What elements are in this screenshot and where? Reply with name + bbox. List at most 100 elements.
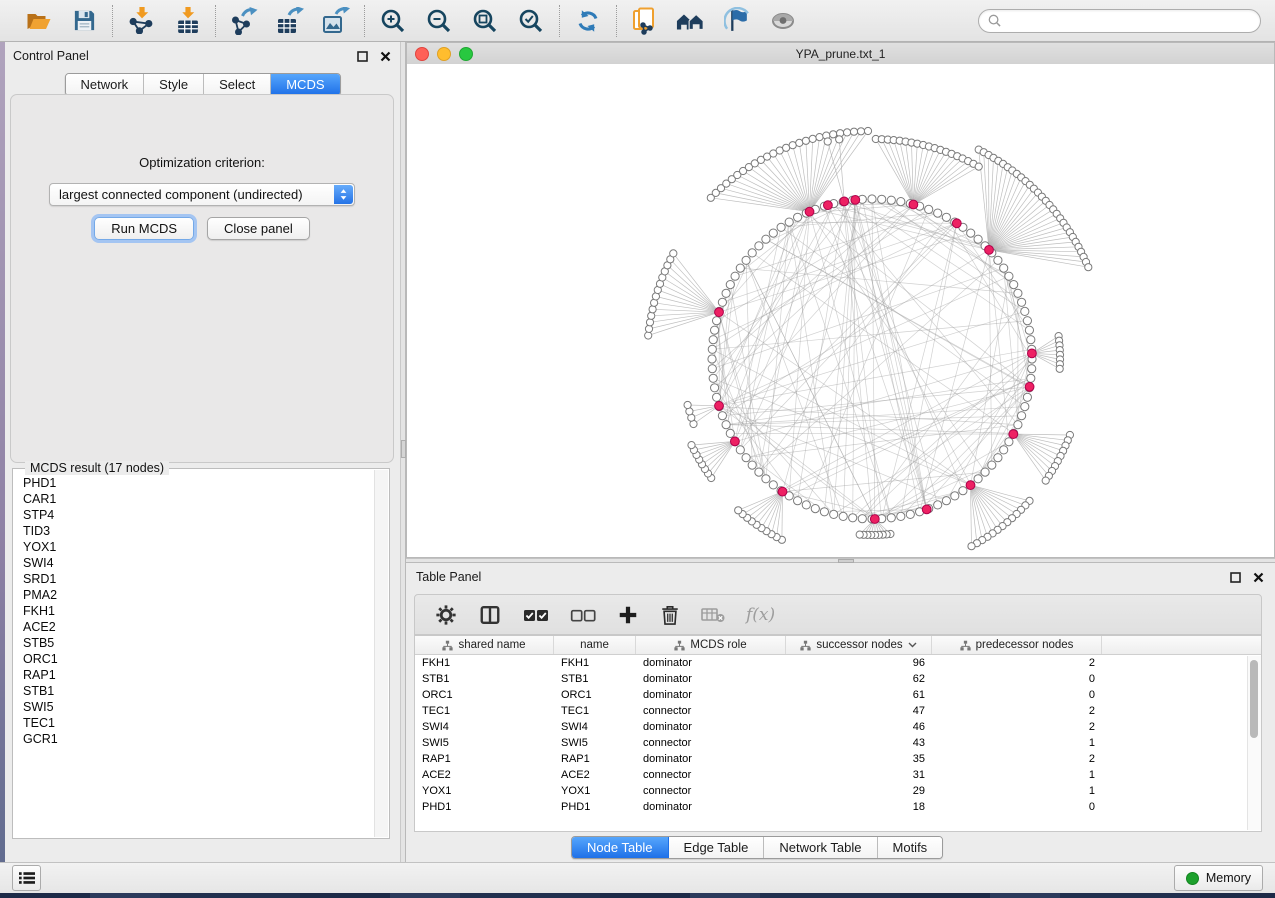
export-table-icon[interactable]: [275, 6, 305, 36]
network-node[interactable]: [755, 242, 763, 250]
network-node[interactable]: [713, 317, 721, 325]
table-cell[interactable]: 0: [932, 673, 1102, 685]
network-node[interactable]: [1028, 365, 1036, 373]
column-header-name[interactable]: name: [554, 636, 636, 654]
table-cell[interactable]: SWI4: [554, 721, 636, 733]
network-node[interactable]: [722, 289, 730, 297]
network-node[interactable]: [794, 497, 802, 505]
network-node[interactable]: [951, 492, 959, 500]
network-node[interactable]: [709, 336, 717, 344]
network-hub-node[interactable]: [778, 487, 787, 496]
table-cell[interactable]: STB1: [554, 673, 636, 685]
table-cell[interactable]: FKH1: [554, 657, 636, 669]
network-node[interactable]: [1018, 298, 1026, 306]
column-header-shared-name[interactable]: shared name: [415, 636, 554, 654]
network-node[interactable]: [748, 461, 756, 469]
table-row[interactable]: STB1STB1dominator620: [415, 671, 1261, 687]
table-row[interactable]: YOX1YOX1connector291: [415, 783, 1261, 799]
network-node[interactable]: [830, 510, 838, 518]
network-hub-node[interactable]: [1009, 430, 1018, 439]
mcds-result-item[interactable]: STB1: [14, 683, 375, 699]
network-leaf-node[interactable]: [802, 137, 809, 144]
table-cell[interactable]: dominator: [636, 657, 786, 669]
network-node[interactable]: [811, 505, 819, 513]
table-cell[interactable]: 47: [786, 705, 932, 717]
network-leaf-node[interactable]: [809, 135, 816, 142]
export-image-icon[interactable]: [321, 6, 351, 36]
run-mcds-button[interactable]: Run MCDS: [94, 217, 194, 240]
network-node[interactable]: [1023, 317, 1031, 325]
home-icon[interactable]: [676, 6, 706, 36]
network-hub-node[interactable]: [851, 196, 860, 205]
network-node[interactable]: [942, 497, 950, 505]
network-leaf-node[interactable]: [684, 401, 691, 408]
table-cell[interactable]: STB1: [415, 673, 554, 685]
mcds-result-item[interactable]: RAP1: [14, 667, 375, 683]
network-node[interactable]: [934, 501, 942, 509]
network-leaf-node[interactable]: [646, 319, 653, 326]
mcds-result-item[interactable]: GCR1: [14, 731, 375, 747]
network-graph[interactable]: [407, 64, 1274, 557]
network-node[interactable]: [887, 514, 895, 522]
network-node[interactable]: [769, 481, 777, 489]
network-node[interactable]: [868, 195, 876, 203]
table-scrollbar-thumb[interactable]: [1250, 660, 1258, 738]
network-hub-node[interactable]: [824, 201, 833, 210]
network-leaf-node[interactable]: [864, 127, 871, 134]
network-node[interactable]: [887, 196, 895, 204]
open-file-icon[interactable]: [23, 6, 53, 36]
network-hub-node[interactable]: [1028, 349, 1037, 358]
table-row[interactable]: ACE2ACE2connector311: [415, 767, 1261, 783]
table-cell[interactable]: 62: [786, 673, 932, 685]
network-node[interactable]: [942, 213, 950, 221]
show-columns-icon[interactable]: [478, 604, 502, 626]
toggle-details-eye-icon[interactable]: [768, 6, 798, 36]
network-leaf-node[interactable]: [856, 531, 863, 538]
table-cell[interactable]: 31: [786, 769, 932, 781]
network-node[interactable]: [974, 475, 982, 483]
network-node[interactable]: [755, 468, 763, 476]
tab-edge-table[interactable]: Edge Table: [669, 837, 765, 858]
network-leaf-node[interactable]: [649, 306, 656, 313]
network-node[interactable]: [742, 454, 750, 462]
network-node[interactable]: [839, 512, 847, 520]
mcds-result-item[interactable]: SRD1: [14, 571, 375, 587]
network-leaf-node[interactable]: [1085, 264, 1092, 271]
mcds-result-item[interactable]: SWI5: [14, 699, 375, 715]
table-cell[interactable]: SWI4: [415, 721, 554, 733]
table-cell[interactable]: 61: [786, 689, 932, 701]
table-cell[interactable]: dominator: [636, 721, 786, 733]
table-cell[interactable]: 2: [932, 753, 1102, 765]
table-cell[interactable]: ORC1: [415, 689, 554, 701]
network-leaf-node[interactable]: [857, 128, 864, 135]
network-node[interactable]: [794, 213, 802, 221]
network-node[interactable]: [1027, 336, 1035, 344]
network-node[interactable]: [994, 256, 1002, 264]
network-leaf-node[interactable]: [670, 250, 677, 257]
tab-select[interactable]: Select: [204, 74, 271, 95]
float-panel-icon[interactable]: [355, 49, 369, 63]
deselect-all-icon[interactable]: [570, 607, 596, 623]
network-node[interactable]: [1000, 264, 1008, 272]
network-node[interactable]: [769, 229, 777, 237]
network-node[interactable]: [731, 272, 739, 280]
network-node[interactable]: [897, 198, 905, 206]
table-row[interactable]: ORC1ORC1dominator610: [415, 687, 1261, 703]
network-node[interactable]: [713, 393, 721, 401]
table-cell[interactable]: dominator: [636, 753, 786, 765]
mcds-result-item[interactable]: STB5: [14, 635, 375, 651]
network-node[interactable]: [994, 454, 1002, 462]
network-node[interactable]: [849, 514, 857, 522]
network-node[interactable]: [959, 487, 967, 495]
network-hub-node[interactable]: [805, 207, 814, 216]
table-row[interactable]: SWI4SWI4dominator462: [415, 719, 1261, 735]
mcds-result-item[interactable]: CAR1: [14, 491, 375, 507]
table-cell[interactable]: 0: [932, 689, 1102, 701]
network-node[interactable]: [1023, 393, 1031, 401]
table-cell[interactable]: SWI5: [554, 737, 636, 749]
network-node[interactable]: [722, 421, 730, 429]
mcds-result-item[interactable]: PHD1: [14, 475, 375, 491]
network-node[interactable]: [762, 475, 770, 483]
mcds-result-item[interactable]: STP4: [14, 507, 375, 523]
network-node[interactable]: [726, 281, 734, 289]
